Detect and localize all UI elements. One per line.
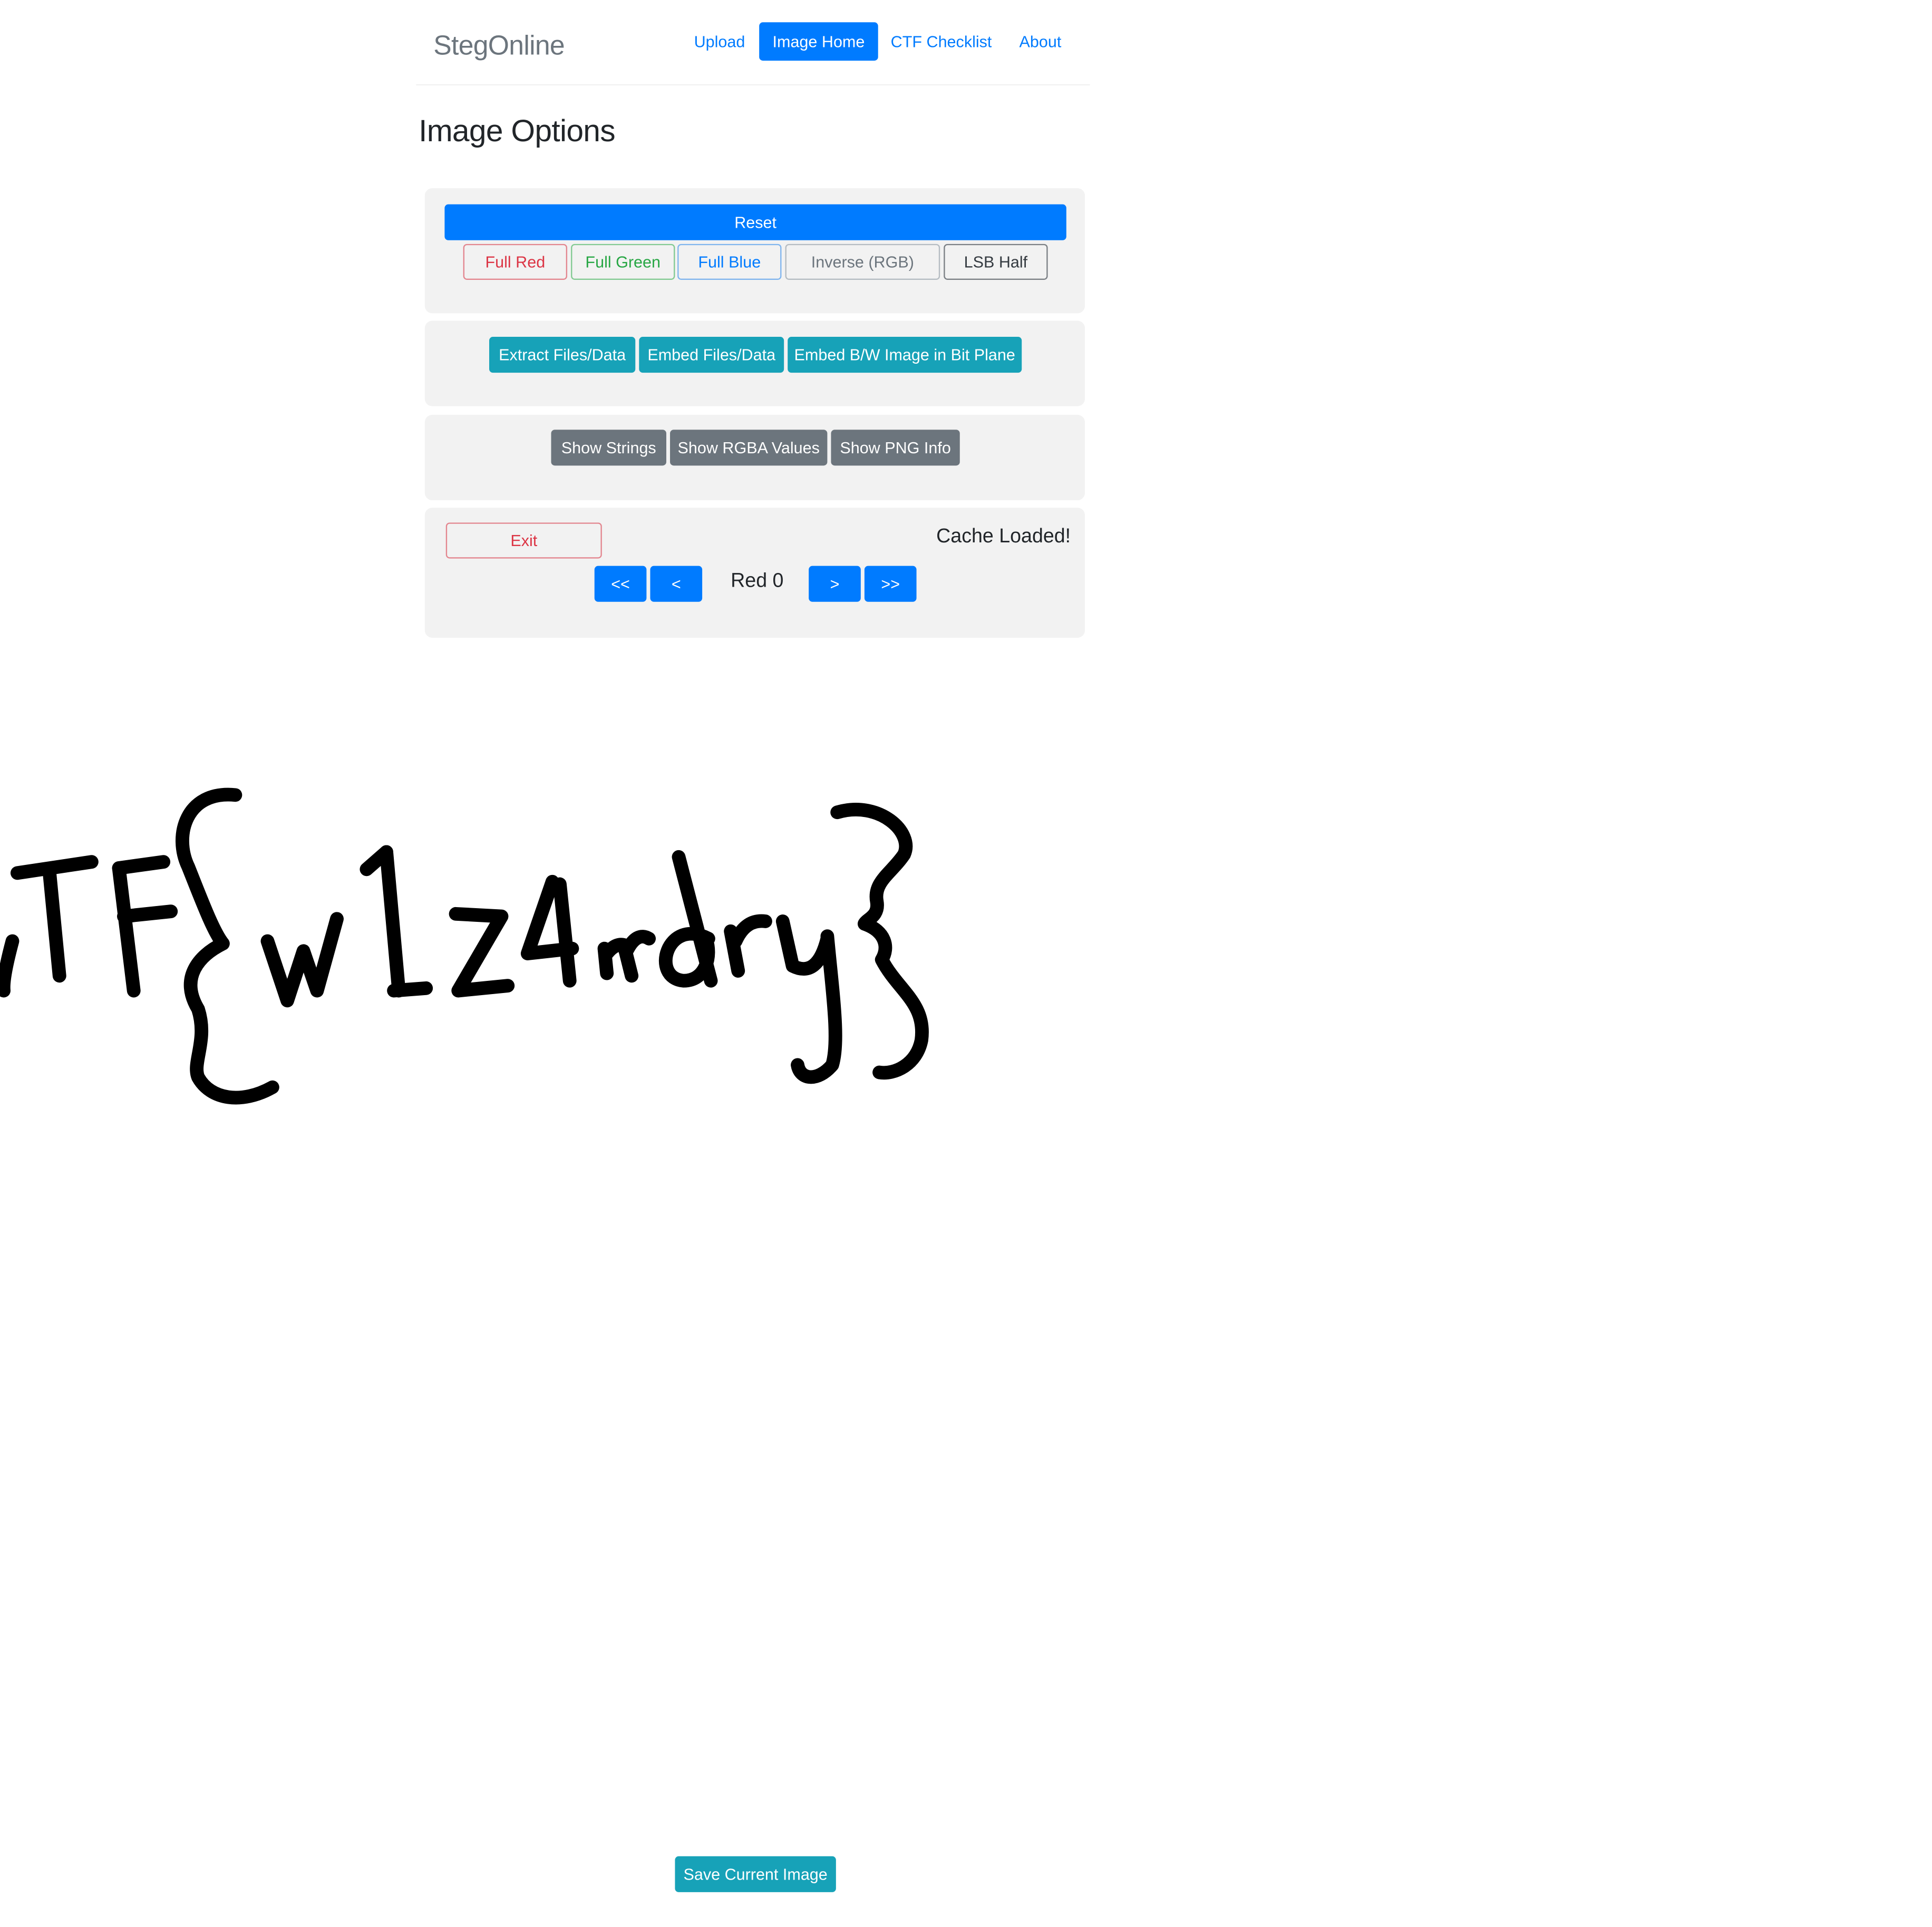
last-plane-button[interactable]: >> (864, 566, 917, 602)
exit-button[interactable]: Exit (445, 522, 602, 559)
full-blue-button[interactable]: Full Blue (677, 244, 782, 280)
save-current-image-button[interactable]: Save Current Image (675, 1856, 836, 1892)
lsb-half-button[interactable]: LSB Half (944, 244, 1048, 280)
nav-image-home[interactable]: Image Home (759, 22, 878, 61)
page: StegOnline Upload Image Home CTF Checkli… (0, 0, 1932, 1927)
inverse-rgb-button[interactable]: Inverse (RGB) (785, 244, 940, 280)
embed-bw-image-button[interactable]: Embed B/W Image in Bit Plane (788, 337, 1022, 373)
nav-about[interactable]: About (1009, 22, 1071, 61)
nav-ctf-checklist[interactable]: CTF Checklist (884, 22, 998, 61)
show-png-info-button[interactable]: Show PNG Info (831, 430, 960, 466)
nav-upload[interactable]: Upload (686, 22, 753, 61)
cache-status: Cache Loaded! (936, 526, 1071, 548)
next-plane-button[interactable]: > (809, 566, 861, 602)
page-title: Image Options (419, 114, 616, 149)
first-plane-button[interactable]: << (594, 566, 647, 602)
decoded-image (0, 787, 929, 1105)
embed-files-button[interactable]: Embed Files/Data (639, 337, 784, 373)
full-green-button[interactable]: Full Green (571, 244, 675, 280)
full-red-button[interactable]: Full Red (463, 244, 568, 280)
brand-logo[interactable]: StegOnline (433, 30, 565, 62)
reset-button[interactable]: Reset (444, 204, 1066, 240)
show-rgba-button[interactable]: Show RGBA Values (670, 430, 828, 466)
extract-files-button[interactable]: Extract Files/Data (489, 337, 636, 373)
show-strings-button[interactable]: Show Strings (551, 430, 666, 466)
plane-label: Red 0 (731, 571, 784, 592)
prev-plane-button[interactable]: < (650, 566, 703, 602)
